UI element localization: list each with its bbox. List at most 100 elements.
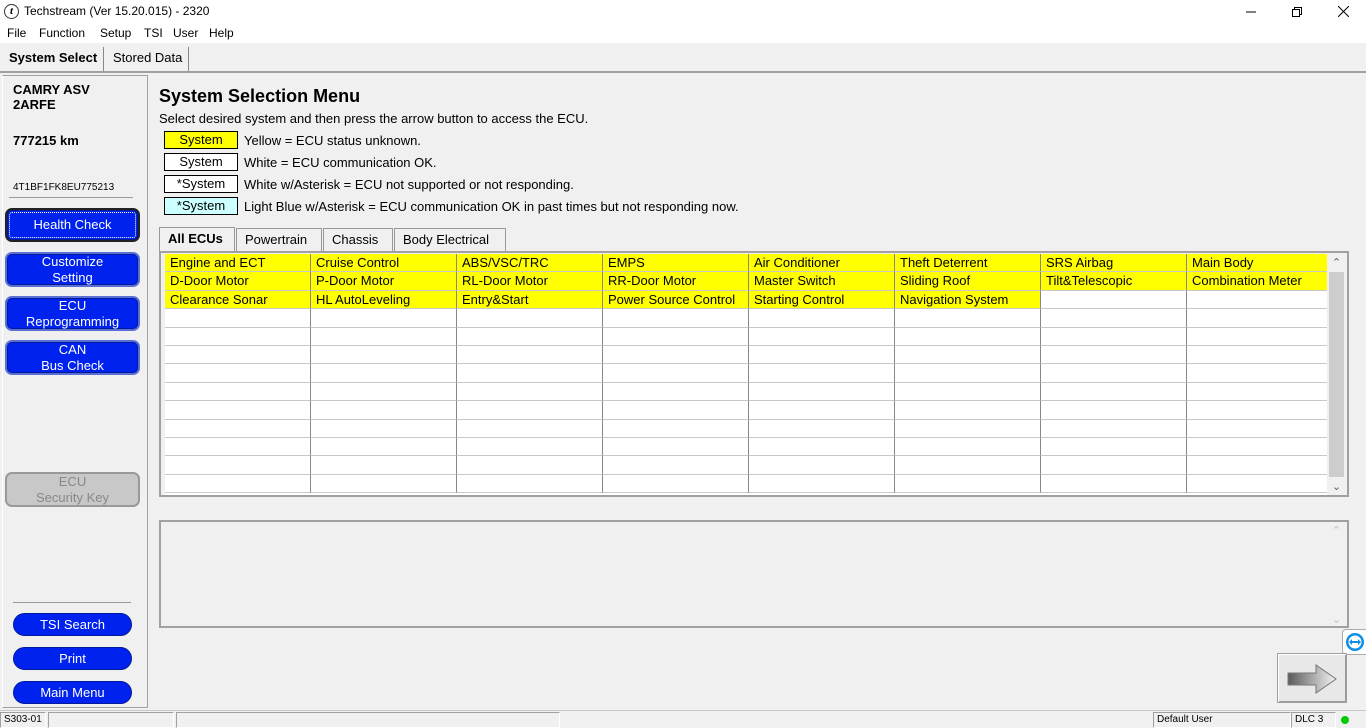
empty-cell: [311, 474, 457, 494]
ecu-cell[interactable]: RR-Door Motor: [603, 272, 749, 291]
empty-cell: [895, 437, 1041, 457]
customize-setting-button[interactable]: Customize Setting: [5, 252, 140, 287]
empty-cell: [603, 327, 749, 346]
menu-tsi[interactable]: TSI: [144, 26, 163, 40]
ecu-cell[interactable]: RL-Door Motor: [457, 272, 603, 291]
ecu-cell[interactable]: Power Source Control: [603, 290, 749, 310]
page-title: System Selection Menu: [159, 86, 361, 106]
ecu-cell[interactable]: P-Door Motor: [311, 272, 457, 291]
menu-setup[interactable]: Setup: [100, 26, 131, 40]
remote-support-icon[interactable]: [1342, 629, 1366, 655]
ecu-cell[interactable]: SRS Airbag: [1041, 254, 1187, 273]
empty-cell: [165, 309, 311, 328]
empty-cell: [311, 456, 457, 475]
menu-help[interactable]: Help: [209, 26, 234, 40]
ecu-cell[interactable]: Clearance Sonar: [165, 290, 311, 310]
vehicle-model: CAMRY ASV: [13, 82, 90, 97]
legend-swatch-lightblue-asterisk: *System: [164, 197, 238, 215]
vehicle-odometer: 777215 km: [13, 133, 79, 148]
tab-all-ecus[interactable]: All ECUs: [159, 227, 235, 252]
main-menu-button[interactable]: Main Menu: [13, 681, 132, 704]
scroll-up-arrow-icon[interactable]: ⌃: [1328, 255, 1345, 271]
tab-chassis[interactable]: Chassis: [323, 228, 393, 251]
tab-system-select[interactable]: System Select: [3, 47, 105, 71]
ecu-grid-panel: Engine and ECT Cruise Control ABS/VSC/TRC E…: [159, 251, 1349, 497]
ecu-cell[interactable]: Air Conditioner: [749, 254, 895, 273]
empty-cell: [749, 474, 895, 494]
scroll-down-arrow-icon[interactable]: ⌄: [1328, 613, 1345, 626]
next-arrow-button[interactable]: [1277, 653, 1347, 703]
empty-cell: [1041, 364, 1187, 383]
empty-cell: [1041, 401, 1187, 420]
restore-icon: [1292, 6, 1302, 17]
divider: [9, 197, 133, 198]
empty-cell: [1041, 327, 1187, 346]
empty-cell: [457, 419, 603, 438]
menu-file[interactable]: File: [7, 26, 26, 40]
print-button[interactable]: Print: [13, 647, 132, 670]
tab-powertrain[interactable]: Powertrain: [236, 228, 322, 251]
ecu-cell[interactable]: Starting Control: [749, 290, 895, 310]
scroll-down-arrow-icon[interactable]: ⌄: [1328, 479, 1345, 495]
empty-cell: [311, 419, 457, 438]
empty-cell: [749, 401, 895, 420]
menu-function[interactable]: Function: [39, 26, 85, 40]
ecu-grid: Engine and ECT Cruise Control ABS/VSC/TRC E…: [165, 254, 1327, 495]
empty-cell: [603, 474, 749, 494]
ecu-cell[interactable]: Master Switch: [749, 272, 895, 291]
vehicle-vin: 4T1BF1FK8EU775213: [13, 182, 115, 193]
connection-status-led: [1341, 716, 1349, 724]
ecu-cell[interactable]: Theft Deterrent: [895, 254, 1041, 273]
description-scrollbar[interactable]: ⌃ ⌄: [1328, 524, 1345, 626]
ecu-cell[interactable]: Engine and ECT: [165, 254, 311, 273]
close-icon: [1337, 6, 1349, 17]
empty-cell: [895, 474, 1041, 494]
ecu-security-key-button: ECU Security Key: [5, 472, 140, 507]
ecu-cell[interactable]: EMPS: [603, 254, 749, 273]
techstream-app-icon: t: [4, 4, 19, 19]
empty-cell: [1187, 438, 1327, 457]
status-field-2: [48, 712, 174, 728]
empty-cell: [457, 382, 603, 402]
empty-cell: [311, 401, 457, 420]
empty-cell: [1187, 364, 1327, 383]
minimize-icon: [1246, 11, 1256, 12]
restore-button[interactable]: [1274, 0, 1320, 23]
ecu-cell[interactable]: Navigation System: [895, 290, 1041, 310]
empty-cell: [311, 382, 457, 402]
ecu-reprogramming-button[interactable]: ECU Reprogramming: [5, 296, 140, 331]
ecu-grid-scrollbar[interactable]: ⌃ ⌄: [1328, 255, 1345, 495]
close-button[interactable]: [1320, 0, 1366, 23]
empty-cell: [895, 364, 1041, 383]
ecu-cell[interactable]: Entry&Start: [457, 290, 603, 310]
empty-cell: [1041, 437, 1187, 457]
ecu-cell[interactable]: Main Body: [1187, 254, 1327, 273]
empty-cell: [1041, 474, 1187, 494]
ecu-cell[interactable]: Cruise Control: [311, 254, 457, 273]
ecu-cell[interactable]: D-Door Motor: [165, 272, 311, 291]
empty-cell: [603, 456, 749, 475]
instruction-text: Select desired system and then press the…: [159, 111, 589, 126]
tsi-search-button[interactable]: TSI Search: [13, 613, 132, 636]
divider: [13, 602, 131, 603]
menu-user[interactable]: User: [173, 26, 198, 40]
tab-stored-data[interactable]: Stored Data: [107, 47, 190, 71]
ecu-cell[interactable]: HL AutoLeveling: [311, 290, 457, 310]
ecu-cell[interactable]: ABS/VSC/TRC: [457, 254, 603, 273]
scroll-up-arrow-icon[interactable]: ⌃: [1328, 524, 1345, 537]
ecu-cell[interactable]: Sliding Roof: [895, 272, 1041, 291]
ecu-key-label-line1: ECU: [58, 473, 87, 489]
scroll-thumb[interactable]: [1329, 272, 1344, 477]
ecu-cell[interactable]: Combination Meter: [1187, 272, 1327, 291]
empty-cell: [1187, 383, 1327, 402]
health-check-button[interactable]: Health Check: [5, 208, 140, 242]
ecu-cell[interactable]: Tilt&Telescopic: [1041, 272, 1187, 291]
can-bus-check-button[interactable]: CAN Bus Check: [5, 340, 140, 375]
tab-body-electrical[interactable]: Body Electrical: [394, 228, 506, 251]
status-screen-code: S303-01: [0, 712, 46, 728]
minimize-button[interactable]: [1228, 0, 1274, 23]
empty-cell: [165, 327, 311, 346]
empty-cell: [1041, 345, 1187, 365]
left-sidebar: CAMRY ASV 2ARFE 777215 km 4T1BF1FK8EU775…: [2, 75, 148, 708]
status-bar: S303-01 Default User DLC 3: [0, 710, 1366, 728]
